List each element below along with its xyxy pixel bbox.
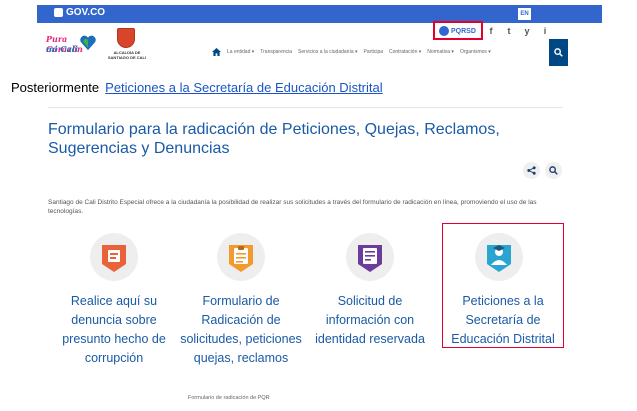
coat-of-arms-icon: [117, 28, 135, 48]
alcaldia-logo[interactable]: ALCALDÍA DE SANTIAGO DE CALI: [105, 28, 149, 64]
reserved-identity-document-icon: [346, 233, 394, 281]
gov-co-bar: GOV.CO EN: [37, 5, 602, 23]
alcaldia-text: ALCALDÍA DE SANTIAGO DE CALI: [107, 50, 147, 60]
card-label[interactable]: Formulario de Radicación de solicitudes,…: [180, 292, 302, 368]
gov-shield-icon: [54, 8, 63, 17]
share-icon: [527, 166, 536, 175]
card-label[interactable]: Realice aquí su denuncia sobre presunto …: [53, 292, 175, 368]
page-title: Formulario para la radicación de Peticio…: [48, 121, 500, 157]
search-icon: [554, 48, 563, 57]
intro-description: Santiago de Cali Distrito Especial ofrec…: [48, 199, 537, 215]
heart-icon: [80, 35, 96, 51]
nav-item-normativa[interactable]: Normativa ▾: [427, 49, 454, 55]
pura-corazon-logo[interactable]: Pura Corazón mi Cali: [46, 31, 98, 61]
nav-item-la-entidad[interactable]: La entidad ▾: [227, 49, 254, 55]
card-label[interactable]: Solicitud de información con identidad r…: [309, 292, 431, 349]
nav-item-organismos[interactable]: Organismos ▾: [460, 49, 491, 55]
pqrsd-icon: [439, 26, 449, 36]
language-toggle-button[interactable]: EN: [518, 8, 531, 20]
nav-item-servicios[interactable]: Servicios a la ciudadanía ▾: [298, 49, 358, 55]
search-button[interactable]: [545, 162, 562, 179]
youtube-icon[interactable]: y: [522, 26, 532, 36]
nav-search-button[interactable]: [549, 39, 568, 66]
twitter-icon[interactable]: t: [504, 26, 514, 36]
nav-item-contratacion[interactable]: Contratación ▾: [389, 49, 421, 55]
nav-item-participa[interactable]: Participa: [364, 49, 383, 55]
clipboard-form-icon: [217, 233, 265, 281]
divider: [48, 107, 563, 108]
instruction-prefix: Posteriormente: [11, 80, 100, 95]
pqrsd-label: PQRSD: [451, 27, 476, 35]
main-nav: La entidad ▾ Transparencia Servicios a l…: [212, 47, 491, 57]
share-button[interactable]: [523, 162, 540, 179]
home-icon[interactable]: [212, 48, 221, 56]
nav-item-transparencia[interactable]: Transparencia: [260, 49, 292, 55]
gov-co-label: GOV.CO: [66, 7, 106, 18]
corruption-report-icon: [90, 233, 138, 281]
radicacion-pqr-link[interactable]: Formulario de radicación de PQR: [188, 395, 270, 401]
header-logos: Pura Corazón mi Cali ALCALDÍA DE SANTIAG…: [40, 28, 160, 66]
pqrsd-highlight[interactable]: PQRSD: [433, 21, 483, 40]
gov-co-logo[interactable]: GOV.CO: [54, 7, 105, 18]
brand-line-2: mi Cali: [46, 44, 78, 54]
search-icon: [549, 166, 558, 175]
instruction-link[interactable]: Peticiones a la Secretaría de Educación …: [105, 80, 382, 95]
education-highlight-box: [442, 223, 564, 348]
instruction-line: Posteriormente Peticiones a la Secretaría…: [11, 80, 383, 95]
facebook-icon[interactable]: f: [486, 26, 496, 36]
instagram-icon[interactable]: i: [540, 26, 550, 36]
